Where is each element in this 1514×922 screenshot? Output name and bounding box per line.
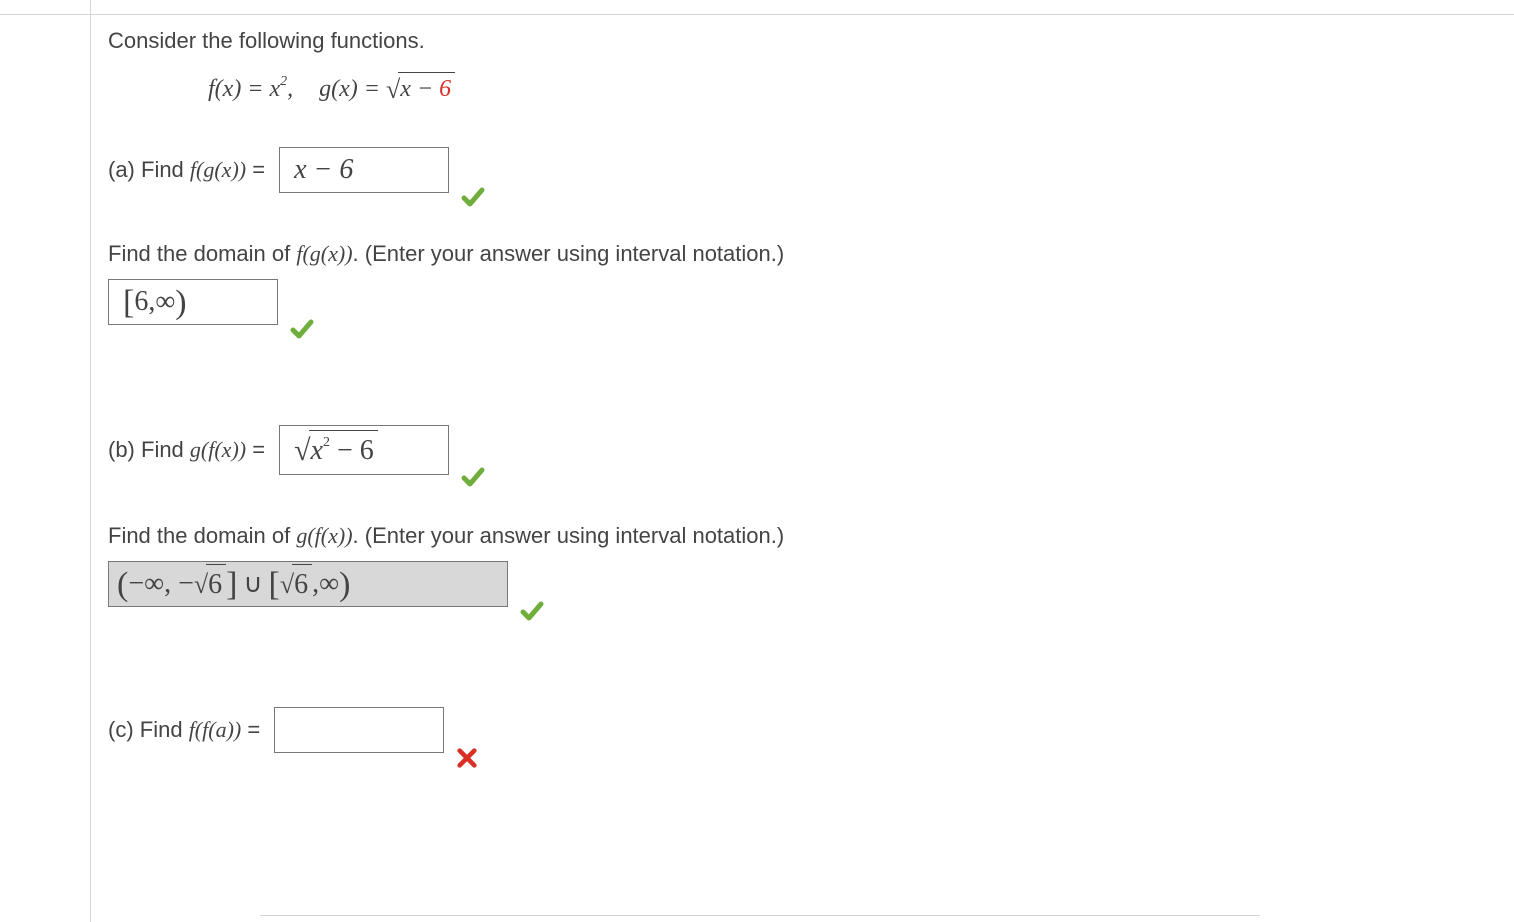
part-b-label: (b) Find g(f(x)) = [108,437,265,463]
part-a-equals: = [246,157,265,182]
radicand-var: x [400,76,411,102]
part-b-domain-prompt: Find the domain of g(f(x)). (Enter your … [108,523,1458,549]
bottom-divider [260,915,1260,916]
part-a-domain-status [290,295,314,341]
part-a-fn: f(g(x)) [190,157,246,182]
part-a-answer-input[interactable]: x − 6 [279,147,449,193]
part-b-fn: g(f(x)) [190,437,246,462]
x-icon [456,747,478,769]
part-a-label: (a) Find f(g(x)) = [108,157,265,183]
question-content: Consider the following functions. f(x) =… [108,28,1458,761]
union-icon: ∪ [237,569,268,599]
radicand-minus: − [411,76,439,102]
part-a-domain-input[interactable]: [6,∞) [108,279,278,325]
page-root: Consider the following functions. f(x) =… [0,0,1514,922]
part-b-rad-var: x [311,435,323,466]
part-c-status [456,723,478,769]
radical-icon: √ [386,77,400,103]
domain-b-sqrt1: √6 [194,564,226,604]
part-b-domain-row: (−∞, − √6 ]∪[ √6 ,∞) [108,561,1458,607]
fx-definition: f(x) = x2, [208,76,293,103]
part-b-sqrt: √ x2 − 6 [294,430,378,470]
check-icon [461,465,485,489]
domain-b-six-b: 6 [292,564,312,604]
part-a-domain-row: [6,∞) [108,279,1458,325]
prompt-intro: Consider the following functions. [108,28,1458,54]
check-icon [290,317,314,341]
part-c-answer-input[interactable] [274,707,444,753]
part-a-prefix: (a) Find [108,157,190,182]
part-a-domain-prompt: Find the domain of f(g(x)). (Enter your … [108,241,1458,267]
part-c-equals: = [241,717,260,742]
radicand-const: 6 [439,76,451,102]
fx-lhs: f(x) = x [208,76,280,102]
topbar-divider [0,14,1514,15]
part-c-label: (c) Find f(f(a)) = [108,717,260,743]
radical-icon: √ [294,436,310,466]
part-b-domain-status [520,577,544,623]
domain-a-val: 6, [134,286,155,318]
check-icon [520,599,544,623]
gx-radicand: x − 6 [398,72,455,107]
part-b-row: (b) Find g(f(x)) = √ x2 − 6 [108,425,1458,475]
part-c-prefix: (c) Find [108,717,189,742]
domain-a-inf: ∞ [155,286,175,318]
domain-a-text1: Find the domain of [108,241,296,266]
domain-a-fn: f(g(x)) [296,241,352,266]
part-a-status [461,163,485,209]
fx-exponent: 2 [280,74,287,89]
part-b-radicand: x2 − 6 [309,430,378,470]
domain-b-text2: . (Enter your answer using interval nota… [353,523,785,548]
domain-b-rest: ,∞ [312,568,339,600]
gx-lhs: g(x) = [319,76,380,103]
domain-b-sqrt2: √6 [280,564,312,604]
part-b-rad-exp: 2 [323,435,330,450]
part-b-rad-rest: − 6 [330,435,374,466]
part-b-domain-input[interactable]: (−∞, − √6 ]∪[ √6 ,∞) [108,561,508,607]
part-c-fn: f(f(a)) [189,717,242,742]
radical-icon: √ [194,572,208,598]
domain-b-six-a: 6 [206,564,226,604]
domain-b-neginf: −∞, − [128,568,194,600]
part-b-status [461,443,485,489]
part-a-answer-value: x − 6 [294,154,353,186]
part-b-answer-input[interactable]: √ x2 − 6 [279,425,449,475]
part-b-prefix: (b) Find [108,437,190,462]
part-b-equals: = [246,437,265,462]
domain-b-text1: Find the domain of [108,523,296,548]
separator-comma: , [287,76,293,102]
domain-a-text2: . (Enter your answer using interval nota… [353,241,785,266]
sidebar-divider [90,0,91,922]
function-definitions: f(x) = x2, g(x) = √ x − 6 [208,72,1458,107]
gx-sqrt: √ x − 6 [386,72,455,107]
domain-b-fn: g(f(x)) [296,523,352,548]
part-a-row: (a) Find f(g(x)) = x − 6 [108,147,1458,193]
radical-icon: √ [280,572,294,598]
check-icon [461,185,485,209]
part-c-row: (c) Find f(f(a)) = [108,707,1458,753]
